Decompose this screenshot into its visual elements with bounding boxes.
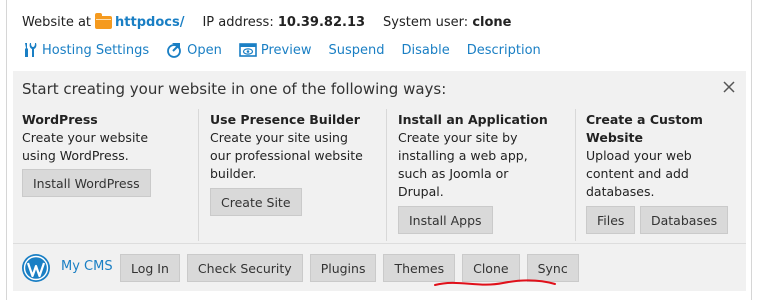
option-heading-line2: Website — [586, 130, 643, 145]
suspend-link[interactable]: Suspend — [329, 43, 385, 58]
start-title: Start creating your website in one of th… — [22, 80, 447, 98]
databases-button[interactable]: Databases — [640, 206, 729, 234]
preview-icon — [239, 42, 257, 58]
custom-website-option: Create a Custom Website Upload your web … — [586, 111, 746, 201]
divider — [13, 243, 746, 244]
open-link[interactable]: Open — [166, 42, 222, 58]
install-application-option: Install an Application Create your site … — [398, 111, 576, 201]
install-wordpress-button[interactable]: Install WordPress — [22, 169, 151, 197]
my-cms-link[interactable]: My CMS — [61, 259, 113, 274]
option-heading: Install an Application — [398, 112, 548, 127]
option-desc-line: Drupal. — [398, 184, 444, 199]
cms-toolbar: My CMS Log In Check Security Plugins The… — [13, 251, 746, 285]
tools-icon — [22, 42, 38, 58]
plugins-button[interactable]: Plugins — [309, 254, 377, 282]
option-desc-line: builder. — [210, 166, 257, 181]
option-heading: WordPress — [22, 112, 98, 127]
wordpress-option: WordPress Create your website using Word… — [22, 111, 200, 165]
option-heading: Use Presence Builder — [210, 112, 360, 127]
option-desc-line: Create your site by — [398, 130, 518, 145]
option-heading: Create a Custom — [586, 112, 703, 127]
disable-link[interactable]: Disable — [402, 43, 450, 58]
option-desc-line: content and add — [586, 166, 689, 181]
start-creating-box: Start creating your website in one of th… — [13, 71, 746, 291]
wordpress-logo-icon — [22, 254, 50, 282]
check-security-button[interactable]: Check Security — [186, 254, 303, 282]
red-annotation-underline — [434, 279, 556, 286]
create-site-button[interactable]: Create Site — [210, 188, 302, 216]
install-apps-button[interactable]: Install Apps — [398, 206, 493, 234]
website-label: Website at — [22, 14, 92, 30]
option-desc-line: such as Joomla or — [398, 166, 509, 181]
system-user-value: clone — [472, 14, 512, 30]
ip-label: IP address: — [202, 14, 274, 30]
hosting-settings-link[interactable]: Hosting Settings — [22, 42, 149, 58]
log-in-button[interactable]: Log In — [120, 254, 180, 282]
option-desc-line: Create your website — [22, 130, 149, 145]
close-icon[interactable] — [722, 80, 736, 94]
open-icon — [166, 42, 183, 58]
docroot-link[interactable]: httpdocs/ — [115, 15, 184, 30]
option-desc-line: Upload your web — [586, 148, 692, 163]
website-info-row: Website at httpdocs/ IP address: 10.39.8… — [22, 12, 511, 32]
option-desc-line: installing a web app, — [398, 148, 528, 163]
option-desc-line: databases. — [586, 184, 655, 199]
ip-value: 10.39.82.13 — [277, 14, 366, 30]
system-user-label: System user: — [383, 14, 469, 30]
description-link[interactable]: Description — [467, 43, 541, 58]
option-desc-line: our professional website — [210, 148, 363, 163]
preview-link[interactable]: Preview — [239, 43, 312, 58]
website-actions: Hosting Settings Open Preview Suspend Di… — [22, 40, 558, 60]
option-desc-line: using WordPress. — [22, 148, 129, 163]
website-panel: Website at httpdocs/ IP address: 10.39.8… — [6, 0, 752, 300]
presence-builder-option: Use Presence Builder Create your site us… — [210, 111, 388, 183]
files-button[interactable]: Files — [586, 206, 636, 234]
option-desc-line: Create your site using — [210, 130, 348, 145]
folder-icon — [95, 12, 113, 29]
